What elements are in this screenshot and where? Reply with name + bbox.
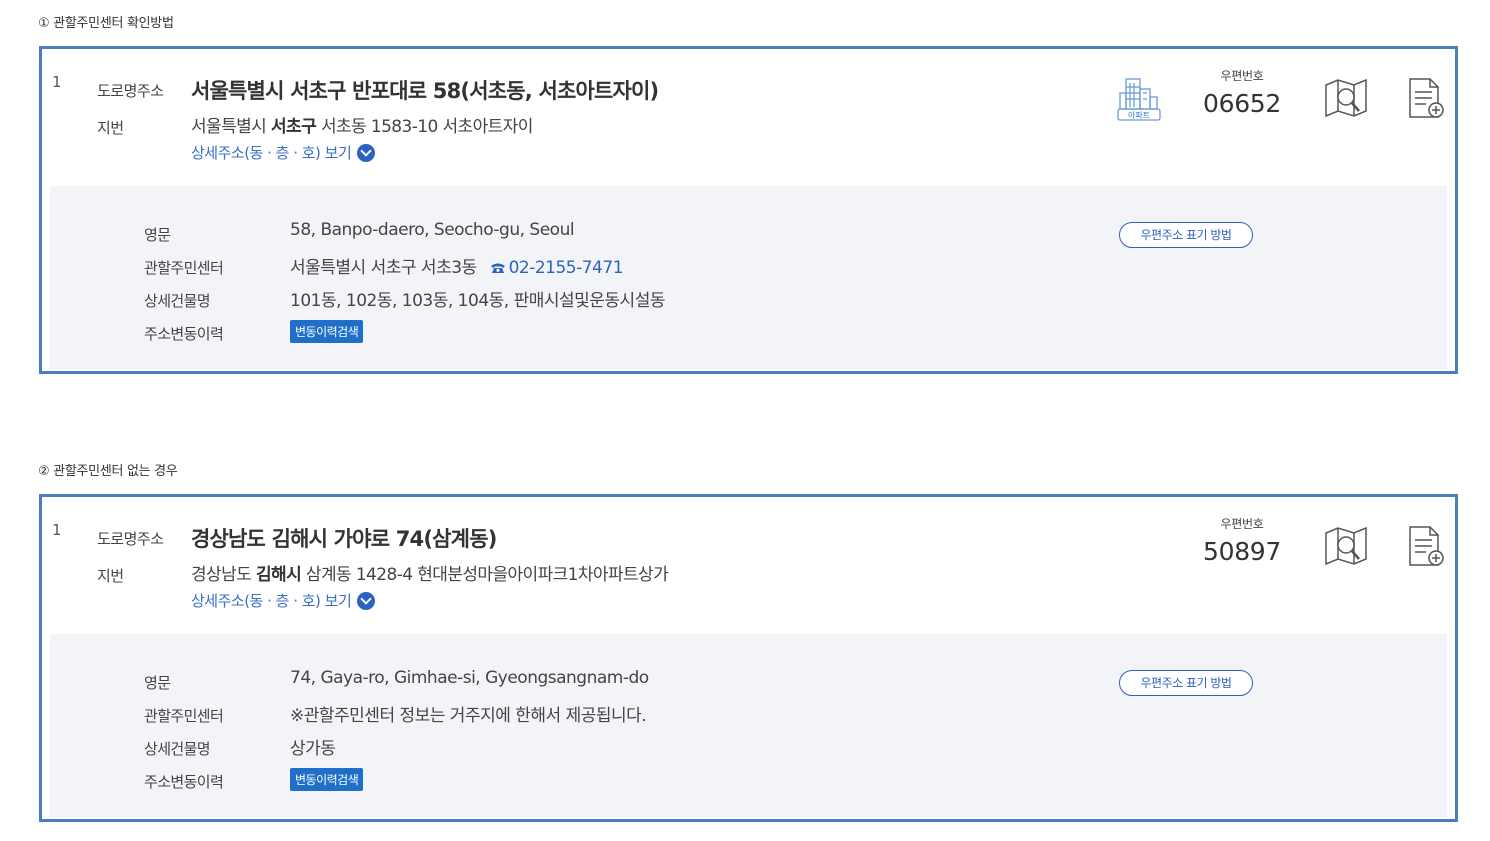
english-value: 58, Banpo-daero, Seocho-gu, Seoul (290, 220, 575, 240)
jibun-label: 지번 (97, 119, 124, 137)
jibun-address-value: 서울특별시 서초구 서초동 1583-10 서초아트자이 (191, 112, 533, 137)
map-search-icon[interactable] (1324, 525, 1368, 567)
section-title-1: ① 관할주민센터 확인방법 (38, 16, 174, 31)
jibun-rest: 서초동 1583-10 서초아트자이 (320, 117, 533, 137)
building-value: 101동, 102동, 103동, 104동, 판매시설및운동시설동 (290, 291, 665, 311)
jibun-address-value: 경상남도 김해시 삼계동 1428-4 현대분성마을아이파크1차아파트상가 (191, 560, 669, 585)
phone-icon (490, 263, 505, 273)
address-result-card-1: 1 도로명주소 서울특별시 서초구 반포대로 58(서초동, 서초아트자이) 지… (39, 46, 1458, 374)
address-result-card-2: 1 도로명주소 경상남도 김해시 가야로 74(삼계동) 지번 경상남도 김해시… (39, 494, 1458, 822)
history-label: 주소변동이력 (144, 773, 224, 791)
apartment-icon: 아파트 (1117, 78, 1161, 121)
chevron-down-icon (357, 143, 376, 162)
center-label: 관할주민센터 (144, 259, 224, 277)
result-index: 1 (52, 521, 62, 539)
road-address-value: 서울특별시 서초구 반포대로 58(서초동, 서초아트자이) (191, 79, 659, 103)
section-title-2: ② 관할주민센터 없는 경우 (38, 464, 178, 479)
zip-guide-button[interactable]: 우편주소 표기 방법 (1119, 670, 1253, 696)
detail-info-box: 영문 58, Banpo-daero, Seocho-gu, Seoul 관할주… (50, 186, 1447, 369)
history-search-button[interactable]: 변동이력검색 (290, 320, 364, 343)
document-add-icon[interactable] (1406, 525, 1446, 569)
center-name: 서울특별시 서초구 서초3동 (290, 258, 477, 278)
zip-guide-button[interactable]: 우편주소 표기 방법 (1119, 222, 1253, 248)
building-value: 상가동 (290, 739, 336, 759)
jibun-prefix: 서울특별시 (191, 117, 267, 137)
document-add-icon[interactable] (1406, 77, 1446, 121)
zip-value: 50897 (1202, 537, 1282, 566)
center-value: 서울특별시 서초구 서초3동 02-2155-7471 (290, 253, 624, 278)
history-search-button[interactable]: 변동이력검색 (290, 768, 364, 791)
jibun-label: 지번 (97, 567, 124, 585)
jibun-district: 서초구 (271, 117, 317, 137)
detail-info-box: 영문 74, Gaya-ro, Gimhae-si, Gyeongsangnam… (50, 634, 1447, 817)
building-label: 상세건물명 (144, 740, 211, 758)
jibun-district: 김해시 (255, 565, 302, 585)
jibun-rest: 삼계동 1428-4 현대분성마을아이파크1차아파트상가 (305, 565, 669, 585)
road-address-label: 도로명주소 (97, 530, 164, 548)
zip-label: 우편번호 (1220, 517, 1264, 531)
center-phone[interactable]: 02-2155-7471 (490, 258, 624, 278)
building-label: 상세건물명 (144, 292, 211, 310)
zip-label: 우편번호 (1220, 69, 1264, 83)
apartment-icon-label: 아파트 (1128, 110, 1150, 120)
detail-address-link-label: 상세주소(동 · 층 · 호) 보기 (191, 592, 352, 610)
result-index: 1 (52, 73, 62, 91)
map-search-icon[interactable] (1324, 77, 1368, 119)
detail-address-link-label: 상세주소(동 · 층 · 호) 보기 (191, 144, 352, 162)
english-value: 74, Gaya-ro, Gimhae-si, Gyeongsangnam-do (290, 668, 649, 688)
chevron-down-icon (357, 591, 376, 610)
center-value: ※관할주민센터 정보는 거주지에 한해서 제공됩니다. (290, 706, 647, 726)
history-label: 주소변동이력 (144, 325, 224, 343)
center-phone-number: 02-2155-7471 (508, 258, 624, 278)
jibun-prefix: 경상남도 (191, 565, 252, 585)
english-label: 영문 (144, 674, 171, 692)
english-label: 영문 (144, 226, 171, 244)
road-address-value: 경상남도 김해시 가야로 74(삼계동) (191, 527, 497, 551)
detail-address-link[interactable]: 상세주소(동 · 층 · 호) 보기 (191, 590, 376, 611)
center-label: 관할주민센터 (144, 707, 224, 725)
zip-value: 06652 (1202, 89, 1282, 118)
detail-address-link[interactable]: 상세주소(동 · 층 · 호) 보기 (191, 142, 376, 163)
road-address-label: 도로명주소 (97, 82, 164, 100)
